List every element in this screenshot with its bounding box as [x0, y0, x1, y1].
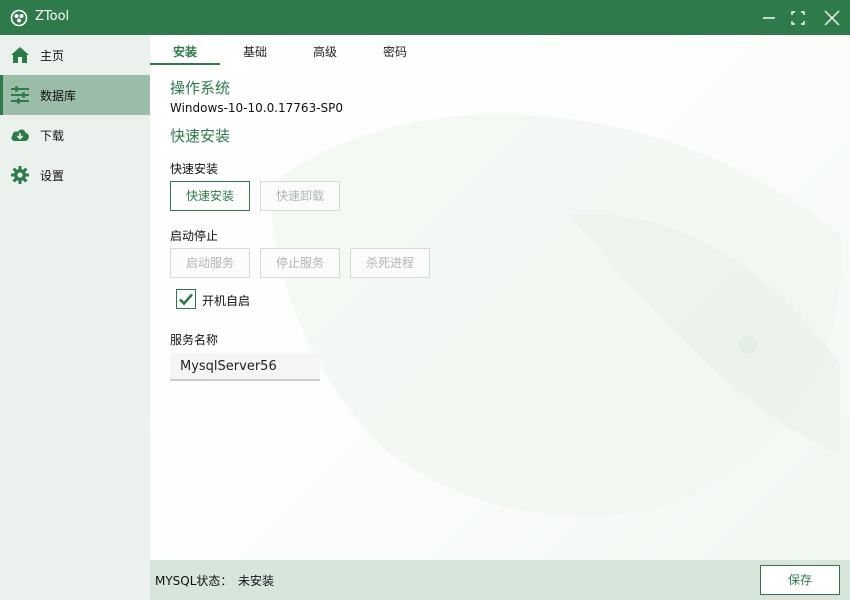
tab-install[interactable]: 安装: [150, 35, 220, 65]
maximize-button[interactable]: [781, 0, 815, 35]
sidebar: 主页 数据库 下载 设置: [0, 35, 150, 600]
gear-icon: [11, 166, 29, 184]
sliders-icon: [11, 86, 29, 104]
start-stop-label: 启动停止: [170, 229, 219, 243]
minimize-icon: [763, 17, 775, 19]
tab-advanced[interactable]: 高级: [290, 35, 360, 65]
sidebar-item-download[interactable]: 下载: [0, 115, 150, 155]
maximize-icon: [791, 11, 805, 25]
mysql-status-value: 未安装: [238, 574, 275, 588]
main-panel: 安装 基础 高级 密码 操作系统 Windows-10-10.0.17763-S…: [150, 35, 850, 560]
title-bar: ZTool: [0, 0, 850, 35]
sidebar-item-label: 数据库: [40, 89, 77, 103]
tab-label: 安装: [172, 45, 197, 59]
sidebar-item-label: 设置: [40, 169, 65, 183]
quick-install-button[interactable]: 快速安装: [170, 181, 250, 211]
sidebar-item-database[interactable]: 数据库: [0, 75, 150, 115]
app-logo-icon: [10, 9, 28, 27]
home-icon: [11, 47, 29, 63]
tab-basic[interactable]: 基础: [220, 35, 290, 65]
quick-install-label: 快速安装: [170, 162, 219, 176]
autostart-label[interactable]: 开机自启: [202, 292, 250, 309]
tab-label: 高级: [312, 45, 337, 59]
sidebar-item-home[interactable]: 主页: [0, 35, 150, 75]
close-icon: [824, 10, 840, 26]
checkmark-icon: [179, 293, 193, 306]
sidebar-item-label: 下载: [40, 129, 65, 143]
sidebar-item-label: 主页: [40, 49, 65, 63]
app-title: ZTool: [35, 9, 70, 24]
tab-label: 密码: [382, 45, 407, 59]
save-button[interactable]: 保存: [760, 565, 840, 595]
quick-install-section-title: 快速安装: [170, 127, 231, 145]
cloud-download-icon: [11, 129, 29, 141]
service-name-input[interactable]: [170, 353, 320, 381]
os-section-title: 操作系统: [170, 79, 231, 97]
status-bar: MYSQL状态： 未安装 保存: [150, 560, 850, 600]
close-button[interactable]: [815, 0, 849, 35]
autostart-checkbox[interactable]: [176, 289, 196, 309]
start-service-button[interactable]: 启动服务: [170, 248, 250, 278]
kill-process-button[interactable]: 杀死进程: [350, 248, 430, 278]
sidebar-item-settings[interactable]: 设置: [0, 155, 150, 195]
tab-password[interactable]: 密码: [360, 35, 430, 65]
active-tab-indicator: [150, 63, 220, 65]
mysql-status-label: MYSQL状态：: [155, 574, 233, 588]
tab-label: 基础: [242, 45, 267, 59]
os-value: Windows-10-10.0.17763-SP0: [170, 101, 344, 115]
stop-service-button[interactable]: 停止服务: [260, 248, 340, 278]
quick-uninstall-button[interactable]: 快速卸载: [260, 181, 340, 211]
service-name-label: 服务名称: [170, 333, 219, 347]
